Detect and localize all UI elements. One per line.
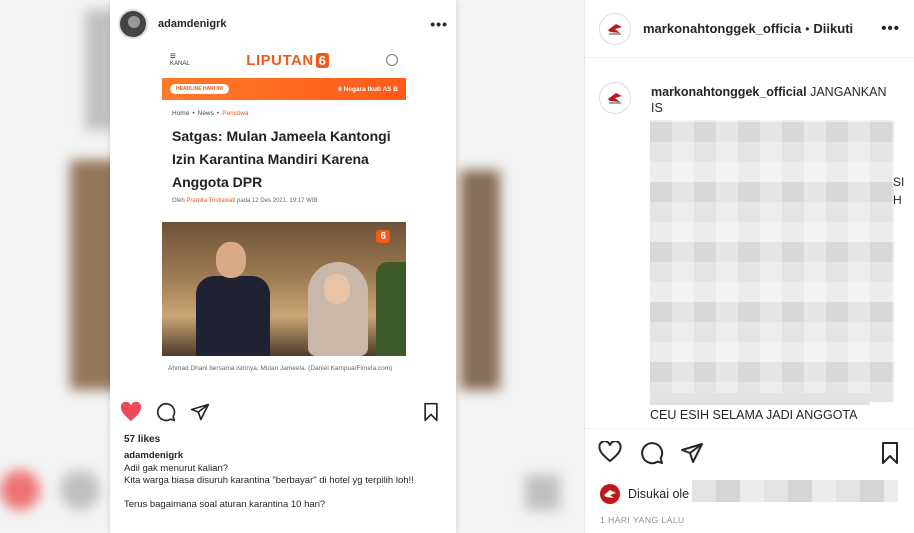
comment-fragment: SI H — [893, 175, 905, 207]
avatar[interactable] — [599, 82, 631, 114]
photo-badge: 6 — [376, 230, 390, 243]
headline-text: 6 Negara Ikuti AS B — [338, 85, 398, 93]
article-screenshot: KANAL LIPUTAN6 HEADLINE HARI INI 6 Negar… — [162, 48, 406, 393]
comment-icon[interactable] — [156, 402, 176, 427]
breadcrumb: Home • News • Peristiwa — [172, 110, 249, 117]
caption-username[interactable]: adamdenigrk — [124, 450, 183, 461]
panel-header: markonahtonggek_officia • Diikuti ••• — [585, 0, 914, 58]
embedded-post: adamdenigrk ••• KANAL LIPUTAN6 HEADLINE … — [110, 0, 456, 533]
pixelated-text — [650, 393, 870, 405]
liputan-header: KANAL LIPUTAN6 — [162, 48, 406, 72]
comment-username[interactable]: markonahtonggek_official — [651, 85, 807, 99]
divider — [584, 428, 914, 429]
more-icon[interactable]: ••• — [430, 16, 448, 32]
separator-dot: • — [805, 21, 810, 36]
share-icon[interactable] — [680, 441, 704, 470]
comment-text: markonahtonggek_official JANGANKAN IS — [651, 85, 887, 115]
avatar[interactable] — [600, 484, 620, 504]
search-icon — [386, 54, 398, 66]
brand-logo-icon — [608, 93, 622, 104]
liked-by-text[interactable]: Disukai ole — [628, 487, 689, 501]
timestamp[interactable]: 1 HARI YANG LALU — [600, 515, 685, 525]
panel-username[interactable]: markonahtonggek_officia — [643, 21, 801, 36]
liked-by: Disukai ole — [600, 484, 689, 504]
bookmark-icon[interactable] — [422, 402, 440, 427]
comment-icon[interactable] — [640, 441, 664, 470]
avatar[interactable] — [118, 9, 148, 39]
heart-icon[interactable] — [120, 401, 142, 427]
photo-caption: Ahmad Dhani bersama istrinya, Mulan Jame… — [168, 365, 393, 372]
background-post-area: adamdenigrk ••• KANAL LIPUTAN6 HEADLINE … — [0, 0, 584, 533]
heart-icon[interactable] — [598, 440, 622, 468]
likes-count[interactable]: 57 likes — [124, 434, 160, 445]
article-title: Satgas: Mulan Jameela Kantongi Izin Kara… — [172, 128, 391, 190]
pixelated-text — [650, 120, 894, 402]
post-header: adamdenigrk ••• — [110, 0, 456, 48]
bookmark-icon[interactable] — [880, 441, 900, 470]
avatar[interactable] — [599, 12, 631, 45]
caption-text: Adil gak menurut kalian? Kita warga bias… — [124, 463, 414, 510]
post-actions — [120, 401, 446, 427]
panel-actions — [598, 440, 904, 470]
pixelated-text — [692, 480, 898, 502]
more-icon[interactable]: ••• — [881, 20, 900, 37]
headline-bar: HEADLINE HARI INI 6 Negara Ikuti AS B — [162, 78, 406, 100]
comment-end-text: CEU ESIH SELAMA JADI ANGGOTA — [650, 408, 858, 422]
brand-logo-icon — [604, 490, 616, 498]
headline-pill: HEADLINE HARI INI — [170, 84, 229, 94]
brand-logo-icon — [608, 23, 622, 34]
follow-button[interactable]: Diikuti — [813, 21, 853, 36]
byline: Oleh Pramita Tristiawati pada 12 Des 202… — [172, 198, 318, 204]
liputan-logo: LIPUTAN 6 — [246, 52, 330, 69]
article-photo: 6 — [162, 222, 406, 356]
post-username[interactable]: adamdenigrk — [158, 18, 430, 30]
menu-icon: KANAL — [170, 53, 190, 67]
share-icon[interactable] — [190, 402, 210, 427]
